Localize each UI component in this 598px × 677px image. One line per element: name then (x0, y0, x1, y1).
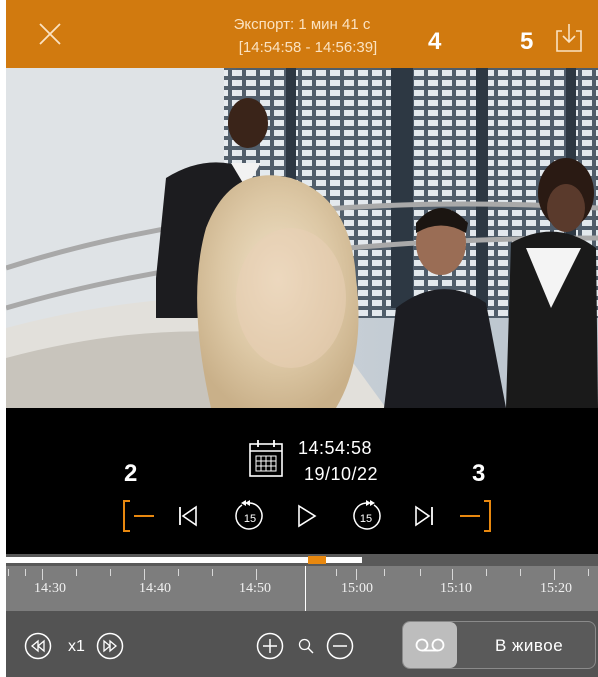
svg-text:15: 15 (360, 513, 372, 525)
play-icon[interactable] (294, 498, 320, 534)
export-range: [14:54:58 - 14:56:39] (238, 39, 378, 56)
export-selection-marker[interactable] (308, 556, 326, 564)
playhead[interactable] (305, 566, 306, 611)
calendar-icon[interactable] (248, 438, 284, 478)
timeline-label: 14:50 (239, 581, 271, 596)
zoom-out-icon[interactable] (326, 632, 354, 660)
export-bar: Экспорт: 1 мин 41 с [14:54:58 - 14:56:39… (6, 0, 598, 68)
timeline-label: 15:00 (341, 581, 373, 596)
mark-start-icon[interactable] (118, 498, 158, 534)
callout-2: 2 (124, 460, 138, 487)
cassette-icon (415, 638, 445, 652)
timeline-label: 15:10 (440, 581, 472, 596)
speed-indicator: x1 (68, 638, 85, 655)
live-button[interactable]: В живое (402, 621, 596, 669)
callout-3: 3 (472, 460, 486, 487)
speed-up-icon[interactable] (96, 632, 124, 660)
bottom-toolbar: x1 В живое (6, 611, 598, 677)
slow-down-icon[interactable] (24, 632, 52, 660)
video-frame[interactable] (6, 68, 598, 408)
skip-next-icon[interactable] (412, 498, 436, 534)
forward-15-icon[interactable]: 15 (348, 498, 384, 534)
timeline[interactable]: 14:30 14:40 14:50 15:00 15:10 15:20 (6, 566, 598, 611)
timeline-label: 14:30 (34, 581, 66, 596)
download-icon[interactable] (554, 22, 584, 54)
timeline-label: 15:20 (540, 581, 572, 596)
timeline-label: 14:40 (139, 581, 171, 596)
callout-4: 4 (428, 28, 442, 55)
skip-previous-icon[interactable] (176, 498, 200, 534)
rewind-15-icon[interactable]: 15 (232, 498, 268, 534)
live-label: В живое (495, 636, 564, 655)
video-image (6, 68, 598, 408)
magnifier-icon (298, 638, 314, 654)
mark-end-icon[interactable] (456, 498, 496, 534)
zoom-in-icon[interactable] (256, 632, 284, 660)
playback-time: 14:54:58 (298, 438, 373, 458)
callout-5: 5 (520, 28, 534, 55)
archive-toggle[interactable] (403, 622, 457, 668)
playback-panel: 14:54:58 19/10/22 2 3 15 15 (6, 408, 598, 554)
export-duration: Экспорт: 1 мин 41 с (233, 16, 371, 33)
svg-text:15: 15 (244, 513, 256, 525)
playback-date: 19/10/22 (304, 464, 379, 484)
export-range-track[interactable] (6, 554, 598, 566)
